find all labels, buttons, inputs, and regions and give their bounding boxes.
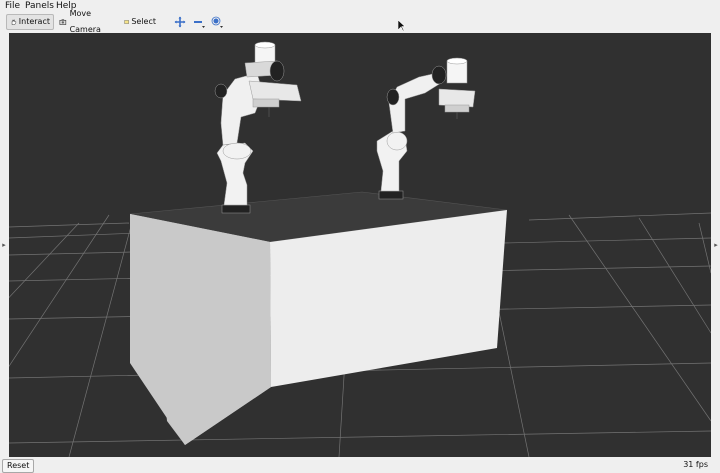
camera-icon — [59, 19, 67, 25]
remove-tool-icon[interactable] — [193, 16, 205, 28]
scene-render[interactable] — [9, 33, 711, 457]
move-camera-tool-button[interactable]: Move Camera — [56, 9, 120, 34]
status-bar: Reset 31 fps — [0, 458, 720, 473]
3d-viewport[interactable] — [9, 33, 711, 457]
move-plus-icon[interactable] — [174, 16, 186, 28]
focus-tool-icon[interactable] — [211, 16, 223, 28]
menu-file[interactable]: File — [5, 0, 20, 12]
menu-panels[interactable]: Panels — [25, 0, 54, 12]
interact-label: Interact — [18, 17, 50, 26]
select-tool-button[interactable]: Select — [121, 14, 159, 30]
fps-readout: 31 fps — [683, 460, 708, 469]
hand-icon — [11, 19, 17, 25]
left-panel-toggle-icon[interactable]: ▸ — [1, 240, 7, 250]
interact-tool-button[interactable]: Interact — [6, 14, 54, 30]
select-label: Select — [131, 17, 156, 26]
mouse-cursor-icon — [398, 20, 406, 32]
reset-button[interactable]: Reset — [2, 459, 35, 473]
toolbar: Interact Move Camera Select — [0, 9, 720, 34]
select-icon — [124, 20, 129, 24]
right-panel-toggle-icon[interactable]: ▸ — [713, 240, 719, 250]
